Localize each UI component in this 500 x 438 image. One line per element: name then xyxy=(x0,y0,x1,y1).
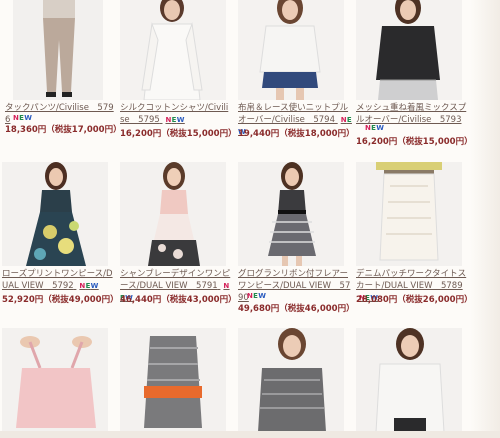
new-badge: NEW xyxy=(13,114,33,122)
product-card[interactable]: シャンブレーデザインワンピース/DUAL VIEW 5791 NEW 46,44… xyxy=(118,160,237,325)
product-card[interactable] xyxy=(0,328,118,438)
product-image[interactable] xyxy=(238,0,344,100)
product-image[interactable] xyxy=(2,328,108,432)
page-edge-shadow xyxy=(470,0,500,438)
product-price: 28,080円（税抜26,000円） xyxy=(356,295,473,305)
product-image[interactable] xyxy=(13,0,103,100)
product-card[interactable]: デニムパッチワークタイトスカート/DUAL VIEW 5789 NEW 28,0… xyxy=(354,160,473,325)
product-image[interactable] xyxy=(2,162,108,266)
product-card[interactable] xyxy=(236,328,354,438)
product-card[interactable]: タックパンツ/Civilise 5796 NEW 18,360円（税抜17,00… xyxy=(0,0,122,160)
product-price: 49,680円（税抜46,000円） xyxy=(238,304,355,314)
product-image[interactable] xyxy=(356,328,462,432)
product-name-link[interactable]: メッシュ重ね着風ミックスプルオーバー/Civilise 5793 xyxy=(356,102,470,126)
new-badge: NEW xyxy=(79,282,99,290)
product-image[interactable] xyxy=(120,328,226,432)
new-badge: NEW xyxy=(247,292,267,300)
product-card[interactable] xyxy=(354,328,472,438)
product-price: 18,360円（税抜17,000円） xyxy=(5,125,122,135)
product-price: 19,440円（税抜18,000円） xyxy=(238,129,355,139)
product-price: 16,200円（税抜15,000円） xyxy=(120,129,237,139)
product-image[interactable] xyxy=(120,162,226,266)
bottom-divider xyxy=(0,431,500,438)
new-badge: NEW xyxy=(165,116,185,124)
new-badge: NEW xyxy=(365,124,385,132)
product-image[interactable] xyxy=(238,162,344,266)
product-price: 16,200円（税抜15,000円） xyxy=(356,137,473,147)
product-image[interactable] xyxy=(238,328,344,432)
product-card[interactable]: 布帛＆レース使いニットプルオーバー/Civilise 5794 NEW 19,4… xyxy=(236,0,355,160)
product-name-link[interactable]: シルクコットンシャツ/Civilise 5795 NEW xyxy=(120,102,232,126)
product-image[interactable] xyxy=(356,0,462,100)
product-card[interactable]: ローズプリントワンピース/DUAL VIEW 5792 NEW 52,920円（… xyxy=(0,160,119,325)
product-name-link[interactable]: ローズプリントワンピース/DUAL VIEW 5792 NEW xyxy=(2,268,114,292)
product-card[interactable] xyxy=(118,328,236,438)
product-card[interactable]: シルクコットンシャツ/Civilise 5795 NEW 16,200円（税抜1… xyxy=(118,0,237,160)
product-card[interactable]: グログランリボン付フレアーワンピース/DUAL VIEW 5790 NEW 49… xyxy=(236,160,355,325)
product-grid: タックパンツ/Civilise 5796 NEW 18,360円（税抜17,00… xyxy=(0,0,500,438)
product-price: 46,440円（税抜43,000円） xyxy=(120,295,237,305)
product-card[interactable]: メッシュ重ね着風ミックスプルオーバー/Civilise 5793 NEW 16,… xyxy=(354,0,473,160)
product-price: 52,920円（税抜49,000円） xyxy=(2,295,119,305)
product-image[interactable] xyxy=(356,162,462,266)
product-image[interactable] xyxy=(120,0,226,100)
